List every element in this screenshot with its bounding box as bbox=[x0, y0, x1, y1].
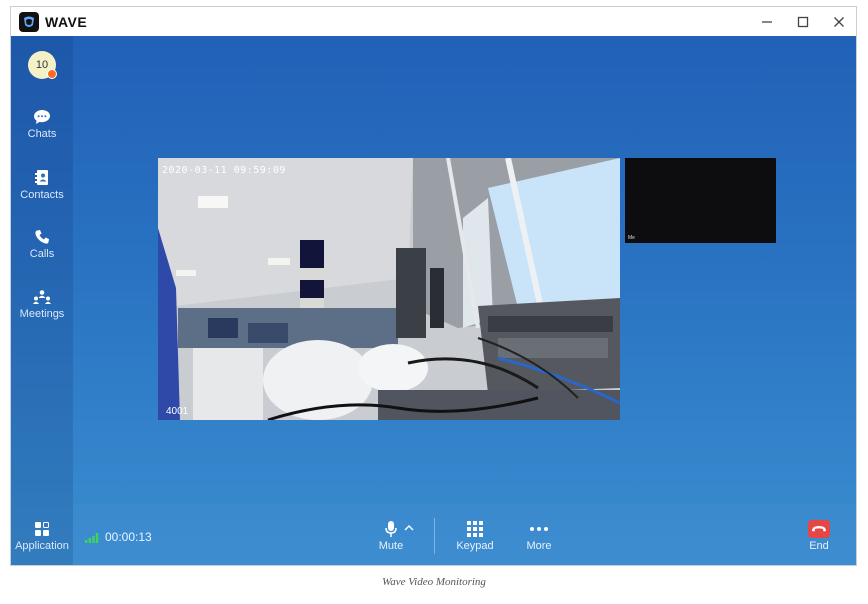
figure-caption: Wave Video Monitoring bbox=[382, 576, 486, 588]
app-title: WAVE bbox=[45, 14, 88, 30]
end-call-icon bbox=[808, 520, 830, 538]
keypad-button[interactable]: Keypad bbox=[451, 520, 499, 552]
control-divider bbox=[434, 518, 435, 554]
sidebar-item-label: Chats bbox=[27, 128, 57, 140]
wave-logo-icon bbox=[19, 12, 39, 32]
end-label: End bbox=[809, 540, 829, 552]
sidebar-item-label: Application bbox=[15, 540, 69, 552]
sidebar-item-label: Contacts bbox=[20, 189, 64, 201]
local-preview-label: Me bbox=[628, 235, 635, 241]
close-icon bbox=[834, 16, 844, 27]
avatar-text: 10 bbox=[35, 59, 49, 71]
end-call-button[interactable]: End bbox=[799, 520, 839, 552]
chat-icon bbox=[34, 110, 50, 124]
sidebar-item-contacts[interactable]: Contacts bbox=[11, 169, 73, 201]
sidebar-item-calls[interactable]: Calls bbox=[11, 229, 73, 260]
keypad-label: Keypad bbox=[456, 540, 494, 552]
mute-label: Mute bbox=[378, 540, 404, 552]
apps-icon bbox=[35, 522, 49, 536]
call-view: 10 Chats Contacts Calls Meetings Applica… bbox=[11, 36, 856, 565]
camera-scene-image bbox=[158, 158, 620, 420]
phone-icon bbox=[35, 230, 49, 244]
sidebar-item-application[interactable]: Application bbox=[11, 521, 73, 552]
remote-video-feed[interactable]: 2020-03-11 09:59:09 4001 bbox=[158, 158, 620, 420]
meetings-icon bbox=[33, 290, 51, 304]
avatar[interactable]: 10 bbox=[28, 51, 57, 79]
sidebar-item-label: Calls bbox=[29, 248, 55, 260]
chevron-up-icon[interactable] bbox=[404, 525, 414, 531]
signal-strength-icon bbox=[85, 533, 99, 543]
microphone-icon bbox=[385, 521, 397, 537]
local-video-preview[interactable]: Me bbox=[625, 158, 776, 243]
sidebar-item-meetings[interactable]: Meetings bbox=[11, 289, 73, 320]
maximize-button[interactable] bbox=[785, 7, 821, 36]
more-button[interactable]: More bbox=[519, 520, 559, 552]
call-duration: 00:00:13 bbox=[105, 530, 152, 544]
sidebar-item-chats[interactable]: Chats bbox=[11, 109, 73, 140]
maximize-icon bbox=[797, 16, 809, 27]
more-label: More bbox=[526, 540, 552, 552]
presence-status-dot bbox=[47, 69, 57, 79]
video-timestamp: 2020-03-11 09:59:09 bbox=[162, 165, 286, 176]
participant-id-label: 4001 bbox=[166, 406, 189, 417]
title-bar: WAVE bbox=[11, 7, 856, 36]
sidebar: 10 Chats Contacts Calls Meetings bbox=[11, 36, 73, 565]
app-window: WAVE 10 Chats Contacts Calls Meetings Ap… bbox=[10, 6, 857, 566]
close-button[interactable] bbox=[821, 7, 856, 36]
contacts-icon bbox=[35, 170, 48, 185]
sidebar-item-label: Meetings bbox=[19, 308, 65, 320]
minimize-icon bbox=[762, 20, 772, 23]
keypad-icon bbox=[467, 521, 483, 537]
minimize-button[interactable] bbox=[749, 7, 785, 36]
more-icon bbox=[530, 527, 548, 531]
